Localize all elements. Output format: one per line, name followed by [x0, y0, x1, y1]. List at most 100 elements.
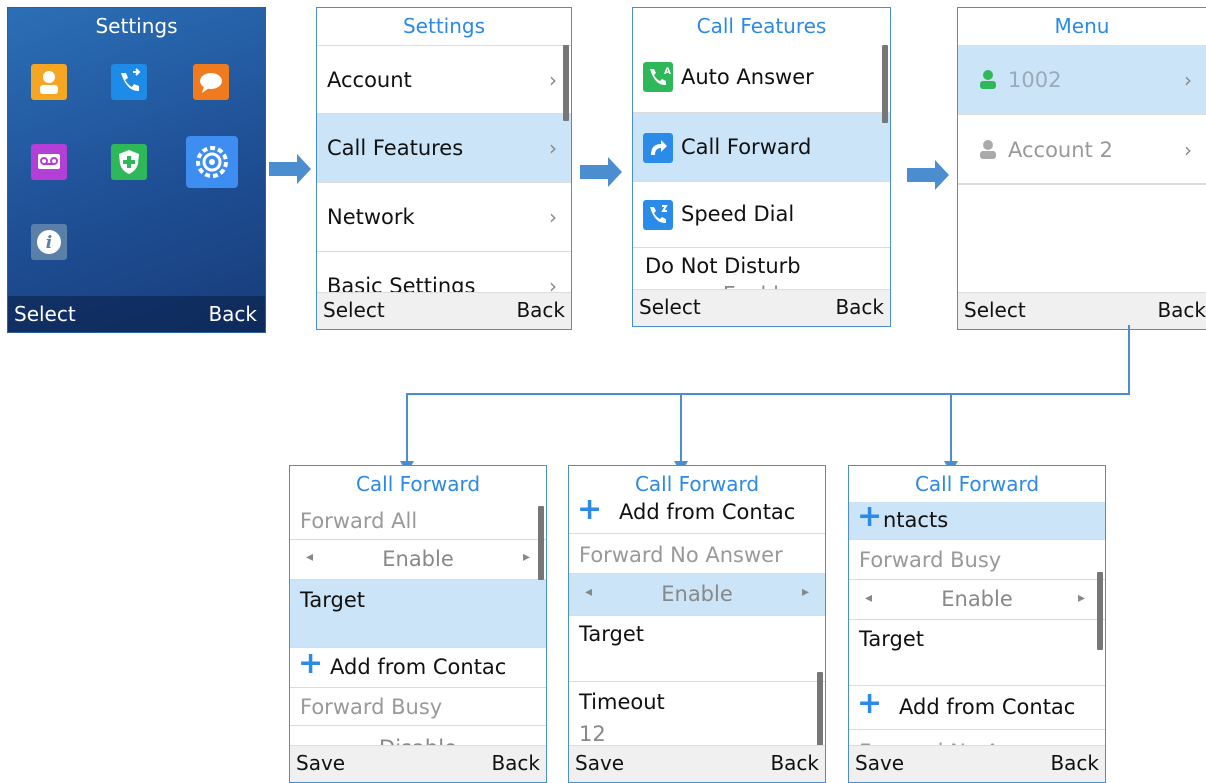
back-softkey[interactable]: Back	[516, 298, 565, 322]
item-label: Forward Busy	[859, 548, 1002, 572]
add-from-contacts-button[interactable]: + ntacts	[849, 499, 1105, 540]
flow-arrow-3	[907, 160, 949, 190]
item-label: Network	[327, 205, 415, 229]
target-field[interactable]: Target	[569, 616, 825, 682]
item-label: Call Forward	[681, 135, 812, 159]
item-label: Add from Contac	[330, 655, 507, 679]
call-forward-icon	[643, 133, 673, 163]
back-softkey[interactable]: Back	[491, 751, 540, 775]
connector-drop-1	[406, 393, 408, 461]
right-arrow-icon: ▸	[1077, 590, 1085, 606]
account-item-2[interactable]: Account 2 ›	[958, 115, 1206, 185]
item-label: Timeout	[579, 690, 665, 714]
menu-item-call-features[interactable]: Call Features ›	[317, 114, 571, 183]
screen-title: Menu	[958, 8, 1206, 44]
connector-drop-2	[680, 393, 682, 461]
item-label: Call Features	[327, 136, 464, 160]
save-softkey[interactable]: Save	[575, 751, 624, 775]
item-label: Auto Answer	[681, 65, 814, 89]
contacts-icon[interactable]	[31, 64, 67, 100]
item-label: Forward Busy	[300, 695, 443, 719]
toggle-value: Enable	[941, 587, 1013, 611]
svg-text:A: A	[664, 67, 671, 77]
select-softkey[interactable]: Select	[639, 295, 701, 319]
settings-list-screen: Settings Account › Call Features › Netwo…	[316, 7, 572, 330]
menu-item-call-forward[interactable]: Call Forward	[633, 113, 890, 182]
right-arrow-icon: ▸	[801, 584, 809, 600]
chevron-right-icon: ›	[549, 205, 557, 229]
forward-no-answer-toggle[interactable]: ◂ Enable ▸	[569, 574, 825, 616]
connector-horizontal	[406, 393, 1130, 395]
soft-key-bar: Save Back	[569, 745, 825, 782]
back-softkey[interactable]: Back	[1157, 298, 1206, 322]
chevron-right-icon: ›	[549, 68, 557, 92]
call-history-icon[interactable]	[111, 64, 147, 100]
call-forward-busy-screen: Call Forward + ntacts Forward Busy ◂ Ena…	[848, 465, 1106, 783]
flow-arrow-2	[580, 157, 622, 187]
forward-all-toggle[interactable]: ◂ Enable ▸	[290, 540, 546, 580]
chevron-right-icon: ›	[1184, 138, 1192, 162]
back-softkey[interactable]: Back	[770, 751, 819, 775]
item-label: Forward No Answer	[579, 543, 783, 567]
screen-title: Call Forward	[849, 466, 1105, 502]
svg-text:i: i	[46, 233, 52, 253]
back-softkey[interactable]: Back	[835, 295, 884, 319]
item-label: ntacts	[883, 508, 949, 532]
scrollbar[interactable]	[563, 45, 569, 121]
item-label: Target	[300, 588, 365, 612]
back-softkey[interactable]: Back	[208, 302, 257, 326]
item-label: Account 2	[1008, 138, 1113, 162]
menu-item-account[interactable]: Account ›	[317, 45, 571, 114]
forward-all-label: Forward All	[290, 502, 546, 540]
select-softkey[interactable]: Select	[323, 298, 385, 322]
item-label: Add from Contac	[619, 500, 796, 524]
add-from-contacts-button-2[interactable]: + Add from Contac	[849, 686, 1105, 730]
account-item-1002[interactable]: 1002 ›	[958, 45, 1206, 115]
screen-title: Settings	[95, 14, 178, 38]
flow-arrow-1	[269, 154, 311, 184]
forward-busy-label: Forward Busy	[290, 688, 546, 726]
back-softkey[interactable]: Back	[1050, 751, 1099, 775]
screen-title: Call Forward	[290, 466, 546, 502]
connector-vertical	[1128, 325, 1130, 395]
target-field[interactable]: Target	[849, 620, 1105, 686]
save-softkey[interactable]: Save	[296, 751, 345, 775]
soft-key-bar: Save Back	[849, 745, 1105, 782]
plus-icon: +	[577, 492, 603, 527]
security-shield-icon[interactable]	[111, 144, 147, 180]
info-icon[interactable]: i	[31, 224, 67, 260]
soft-key-bar: Save Back	[290, 745, 546, 782]
settings-gear-icon[interactable]	[186, 136, 238, 188]
item-label: Target	[579, 622, 644, 646]
item-label: Do Not Disturb	[645, 254, 801, 278]
scrollbar[interactable]	[1097, 572, 1103, 650]
user-gray-icon	[978, 139, 998, 164]
plus-icon: +	[857, 499, 883, 534]
soft-key-bar: Select Back	[633, 289, 890, 326]
right-arrow-icon: ▸	[522, 549, 530, 565]
menu-item-speed-dial[interactable]: Speed Dial	[633, 182, 890, 248]
menu-item-network[interactable]: Network ›	[317, 183, 571, 252]
item-label: Speed Dial	[681, 202, 795, 226]
voicemail-icon[interactable]	[31, 144, 67, 180]
call-forward-all-screen: Call Forward Forward All ◂ Enable ▸ Targ…	[289, 465, 547, 783]
plus-icon: +	[857, 686, 883, 721]
menu-item-auto-answer[interactable]: A Auto Answer	[633, 45, 890, 113]
save-softkey[interactable]: Save	[855, 751, 904, 775]
forward-busy-toggle[interactable]: ◂ Enable ▸	[849, 580, 1105, 620]
scrollbar[interactable]	[882, 45, 888, 123]
chevron-right-icon: ›	[549, 136, 557, 160]
timeout-value: 12	[579, 722, 606, 746]
scrollbar[interactable]	[538, 506, 544, 580]
select-softkey[interactable]: Select	[964, 298, 1026, 322]
target-field[interactable]: Target	[290, 580, 546, 648]
add-from-contacts-button[interactable]: + Add from Contac	[290, 646, 546, 688]
toggle-value: Enable	[382, 547, 454, 571]
select-softkey[interactable]: Select	[14, 302, 76, 326]
soft-key-bar: Select Back	[317, 292, 571, 329]
messages-icon[interactable]	[193, 64, 229, 100]
soft-key-bar: Select Back	[8, 296, 265, 332]
soft-key-bar: Select Back	[958, 292, 1206, 329]
add-from-contacts-button[interactable]: + Add from Contac	[569, 492, 825, 534]
scrollbar[interactable]	[817, 672, 823, 750]
